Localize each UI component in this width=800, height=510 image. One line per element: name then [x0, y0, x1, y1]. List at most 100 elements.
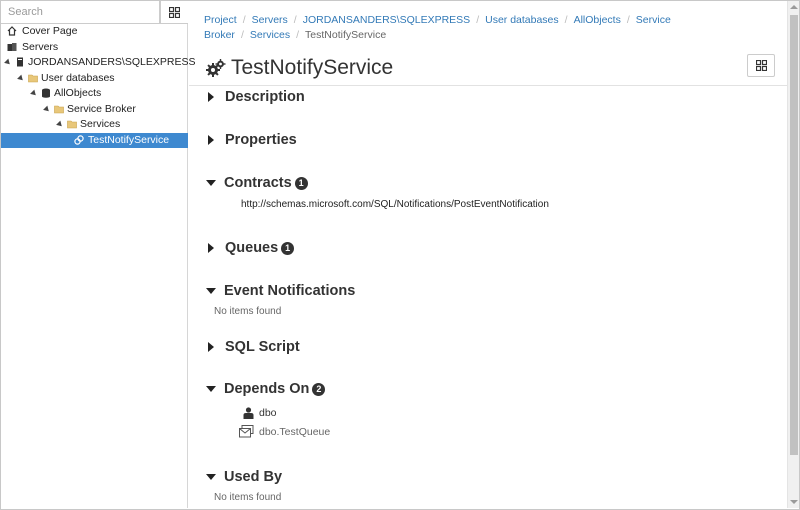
- section-header[interactable]: Event Notifications: [205, 281, 355, 301]
- section-header[interactable]: SQL Script: [205, 337, 300, 357]
- breadcrumb: Project / Servers / JORDANSANDERS\SQLEXPRESS…: [204, 13, 764, 43]
- expanded-caret-icon: [206, 386, 216, 392]
- section-title: Properties: [225, 132, 297, 148]
- expanded-caret-icon: [206, 180, 216, 186]
- expand-arrow-icon[interactable]: [4, 58, 12, 67]
- vertical-scrollbar[interactable]: [787, 1, 799, 508]
- database-icon: [42, 88, 50, 98]
- count-badge: 1: [281, 241, 295, 255]
- tree-item-services[interactable]: Services: [1, 117, 188, 133]
- dependency-list: dbo dbo.TestQueue: [239, 403, 330, 441]
- scroll-up-arrow-icon[interactable]: [790, 5, 798, 9]
- dependency-label: dbo: [259, 406, 277, 419]
- tree-item-cover-page[interactable]: Cover Page: [1, 24, 188, 40]
- breadcrumb-current: TestNotifyService: [305, 29, 387, 41]
- tree-item-label: Services: [80, 118, 121, 130]
- page-title: TestNotifyService: [231, 56, 394, 79]
- home-icon: [7, 26, 17, 36]
- expand-arrow-icon[interactable]: [43, 105, 51, 113]
- service-gears-icon: [206, 58, 226, 77]
- breadcrumb-separator: /: [296, 29, 300, 41]
- grid-icon: [169, 6, 180, 18]
- dependency-label: dbo.TestQueue: [259, 425, 331, 438]
- folder-icon: [67, 120, 77, 129]
- count-badge: 2: [312, 382, 326, 396]
- user-icon: [243, 406, 254, 419]
- breadcrumb-link[interactable]: Services: [250, 29, 290, 41]
- search-view-button[interactable]: [160, 1, 188, 24]
- object-tree: Cover Page Servers JORDANSANDERS\SQLEXPR…: [1, 24, 195, 148]
- tree-item-label: Service Broker: [67, 102, 136, 115]
- expand-arrow-icon[interactable]: [56, 120, 64, 129]
- section-queues: Queues 1: [205, 238, 295, 258]
- queue-icon: [239, 425, 254, 438]
- breadcrumb-link[interactable]: Project: [204, 14, 237, 26]
- tree-item-service-broker[interactable]: Service Broker: [1, 102, 188, 118]
- tree-item-servers[interactable]: Servers: [1, 40, 188, 56]
- section-header[interactable]: Depends On 2: [205, 379, 330, 399]
- section-header[interactable]: Used By: [205, 467, 282, 487]
- breadcrumb-link[interactable]: User databases: [485, 14, 559, 26]
- sidebar: Cover Page Servers JORDANSANDERS\SQLEXPR…: [1, 1, 195, 508]
- section-title: Used By: [224, 469, 283, 485]
- tree-item-label: TestNotifyService: [88, 133, 170, 146]
- grid-icon: [755, 60, 767, 71]
- contract-item[interactable]: http://schemas.microsoft.com/SQL/Notific…: [241, 199, 549, 210]
- empty-message: No items found: [214, 306, 282, 317]
- tree-item-label: Servers: [22, 40, 59, 53]
- expand-arrow-icon[interactable]: [17, 74, 25, 82]
- section-title: Description: [225, 89, 305, 105]
- main-content: Project / Servers / JORDANSANDERS\SQLEXPRESS…: [189, 1, 787, 508]
- tree-item-user-databases[interactable]: User databases: [1, 71, 188, 87]
- section-contracts: Contracts 1 http://schemas.microsoft.com…: [205, 173, 549, 210]
- server-icon: [17, 57, 23, 67]
- section-header[interactable]: Contracts 1: [205, 173, 549, 193]
- collapsed-caret-icon: [208, 243, 214, 253]
- breadcrumb-separator: /: [476, 14, 480, 26]
- breadcrumb-separator: /: [626, 14, 630, 26]
- breadcrumb-separator: /: [240, 29, 244, 41]
- tree-item-label: Cover Page: [22, 25, 78, 37]
- collapsed-caret-icon: [208, 135, 214, 145]
- servers-icon: [7, 42, 17, 51]
- expand-arrow-icon[interactable]: [30, 89, 38, 98]
- breadcrumb-link[interactable]: AllObjects: [574, 14, 621, 26]
- view-toggle-button[interactable]: [747, 54, 775, 77]
- breadcrumb-link[interactable]: Servers: [252, 14, 288, 26]
- section-title: Contracts: [224, 175, 292, 191]
- breadcrumb-separator: /: [293, 14, 297, 26]
- dependency-item[interactable]: dbo.TestQueue: [239, 422, 330, 441]
- section-title: Depends On: [224, 381, 310, 397]
- tree-item-label: User databases: [41, 71, 115, 84]
- search-bar: [1, 1, 188, 24]
- section-title: Event Notifications: [224, 283, 356, 299]
- folder-icon: [54, 105, 64, 113]
- collapsed-caret-icon: [208, 342, 214, 352]
- section-sql-script: SQL Script: [205, 337, 300, 357]
- section-header[interactable]: Queues 1: [205, 238, 295, 258]
- section-depends-on: Depends On 2 dbo dbo.TestQueue: [205, 379, 330, 441]
- section-event-notifications: Event Notifications No items found: [205, 281, 355, 317]
- scrollbar-thumb[interactable]: [790, 15, 798, 455]
- header-divider: [189, 85, 787, 86]
- scroll-down-arrow-icon[interactable]: [790, 500, 798, 504]
- section-title: SQL Script: [225, 339, 300, 355]
- expanded-caret-icon: [206, 474, 216, 480]
- folder-icon: [28, 74, 38, 82]
- section-used-by: Used By No items found: [205, 467, 282, 503]
- tree-item-server[interactable]: JORDANSANDERS\SQLEXPRESS: [1, 55, 195, 71]
- search-input[interactable]: [1, 1, 160, 24]
- breadcrumb-separator: /: [242, 14, 246, 26]
- tree-item-allobjects[interactable]: AllObjects: [1, 86, 188, 102]
- tree-item-label: AllObjects: [54, 87, 102, 99]
- service-icon: [74, 134, 84, 145]
- section-description: Description: [205, 87, 305, 107]
- section-header[interactable]: Properties: [205, 130, 297, 150]
- dependency-item[interactable]: dbo: [243, 403, 330, 422]
- tree-item-testnotifyservice[interactable]: TestNotifyService: [1, 132, 188, 148]
- tree-item-label: JORDANSANDERS\SQLEXPRESS: [28, 56, 196, 68]
- breadcrumb-link[interactable]: JORDANSANDERS\SQLEXPRESS: [303, 14, 470, 26]
- empty-message: No items found: [214, 492, 282, 503]
- section-properties: Properties: [205, 130, 297, 150]
- section-header[interactable]: Description: [205, 87, 305, 107]
